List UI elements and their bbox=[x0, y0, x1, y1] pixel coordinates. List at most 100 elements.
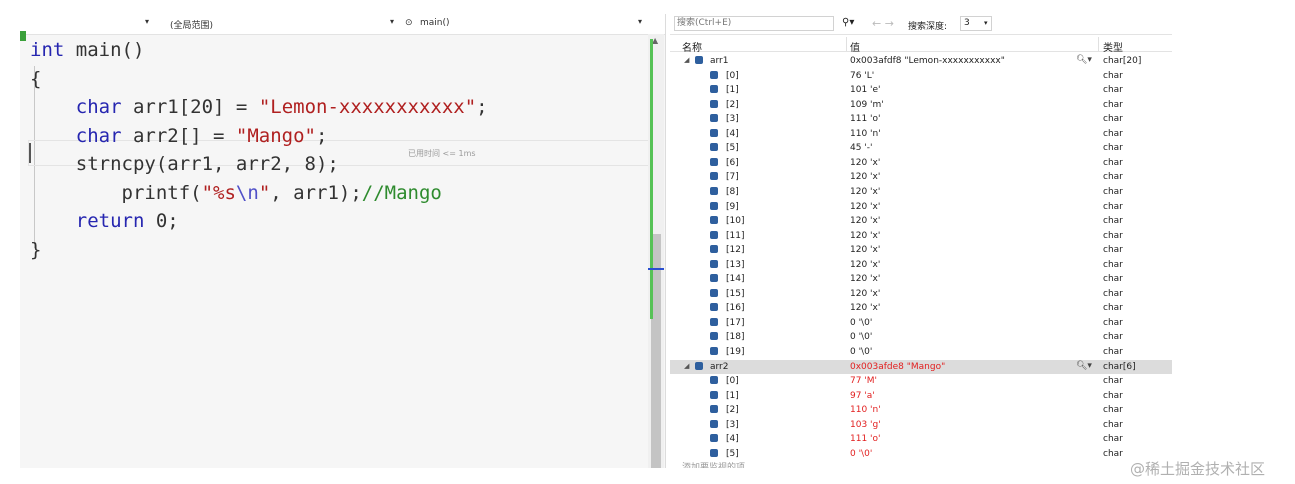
column-name[interactable]: 名称 bbox=[682, 39, 702, 54]
watch-row-element[interactable]: [4] 110 'n' char bbox=[670, 127, 1172, 142]
watch-row-element[interactable]: [19] 0 '\0' char bbox=[670, 345, 1172, 360]
watch-value[interactable]: 111 'o' bbox=[850, 434, 881, 444]
watch-row-element[interactable]: [7] 120 'x' char bbox=[670, 170, 1172, 185]
function-dropdown[interactable]: main() bbox=[420, 18, 450, 28]
column-divider[interactable] bbox=[846, 37, 847, 51]
chevron-down-icon[interactable]: ▾ bbox=[390, 17, 394, 26]
watch-row-element[interactable]: [1] 97 'a' char bbox=[670, 389, 1172, 404]
collapse-arrow-icon[interactable]: ◢ bbox=[684, 56, 689, 64]
watch-row-element[interactable]: [13] 120 'x' char bbox=[670, 258, 1172, 273]
variable-icon bbox=[710, 143, 718, 152]
watch-value[interactable]: 45 '-' bbox=[850, 143, 873, 153]
watch-row-element[interactable]: [0] 77 'M' char bbox=[670, 374, 1172, 389]
watch-value[interactable]: 97 'a' bbox=[850, 391, 875, 401]
scope-dropdown[interactable]: (全局范围) bbox=[170, 18, 213, 31]
add-watch-item[interactable]: 添加要监视的项 bbox=[682, 460, 745, 468]
watch-row-element[interactable]: [17] 0 '\0' char bbox=[670, 316, 1172, 331]
code-token: , arr1); bbox=[270, 181, 362, 204]
collapse-indicator[interactable] bbox=[20, 31, 26, 41]
watch-type: char[6] bbox=[1103, 361, 1136, 372]
watch-value[interactable]: 0x003afde8 "Mango" bbox=[850, 362, 945, 372]
watch-value[interactable]: 110 'n' bbox=[850, 129, 881, 139]
watch-row-element[interactable]: [15] 120 'x' char bbox=[670, 287, 1172, 302]
chevron-down-icon[interactable]: ▾ bbox=[984, 19, 988, 27]
watch-row-element[interactable]: [3] 103 'g' char bbox=[670, 418, 1172, 433]
watch-value[interactable]: 120 'x' bbox=[850, 245, 880, 255]
variable-icon bbox=[710, 157, 718, 166]
code-line[interactable]: char arr2[] = "Mango"; bbox=[30, 122, 328, 151]
watch-row-element[interactable]: [9] 120 'x' char bbox=[670, 200, 1172, 215]
watch-name: [8] bbox=[726, 186, 739, 197]
collapse-arrow-icon[interactable]: ◢ bbox=[684, 362, 689, 370]
code-line[interactable]: return 0; bbox=[30, 207, 179, 236]
function-icon: ⊙ bbox=[405, 18, 413, 28]
watch-row-variable[interactable]: ◢ arr1 0x003afdf8 "Lemon-xxxxxxxxxxx" 🔍︎▾ ch… bbox=[670, 54, 1172, 69]
watch-value[interactable]: 0 '\0' bbox=[850, 347, 872, 357]
watch-row-element[interactable]: [16] 120 'x' char bbox=[670, 301, 1172, 316]
watch-value[interactable]: 0x003afdf8 "Lemon-xxxxxxxxxxx" bbox=[850, 56, 1005, 66]
chevron-down-icon[interactable]: ▾ bbox=[638, 17, 642, 26]
watch-name: [2] bbox=[726, 99, 739, 110]
watch-value[interactable]: 120 'x' bbox=[850, 187, 880, 197]
watch-row-element[interactable]: [4] 111 'o' char bbox=[670, 432, 1172, 447]
variable-icon bbox=[710, 332, 718, 341]
watch-value[interactable]: 76 'L' bbox=[850, 71, 874, 81]
watch-value[interactable]: 120 'x' bbox=[850, 303, 880, 313]
watch-value[interactable]: 109 'm' bbox=[850, 100, 884, 110]
code-editor[interactable]: ▾ (全局范围) ▾ ⊙ main() ▾ int main(){ char a… bbox=[20, 14, 666, 468]
watch-value[interactable]: 120 'x' bbox=[850, 216, 880, 226]
visualizer-icon[interactable]: 🔍︎▾ bbox=[1076, 55, 1092, 65]
chevron-down-icon[interactable]: ▾ bbox=[145, 17, 149, 26]
watch-row-element[interactable]: [12] 120 'x' char bbox=[670, 243, 1172, 258]
watch-value[interactable]: 120 'x' bbox=[850, 289, 880, 299]
code-line[interactable]: } bbox=[30, 236, 41, 265]
perf-tip[interactable]: 已用时间 <= 1ms bbox=[408, 148, 476, 159]
variable-icon bbox=[710, 216, 718, 225]
code-token: } bbox=[30, 238, 42, 261]
watch-row-element[interactable]: [1] 101 'e' char bbox=[670, 83, 1172, 98]
column-value[interactable]: 值 bbox=[850, 39, 860, 54]
watch-row-element[interactable]: [2] 110 'n' char bbox=[670, 403, 1172, 418]
watch-row-element[interactable]: [8] 120 'x' char bbox=[670, 185, 1172, 200]
watch-row-element[interactable]: [18] 0 '\0' char bbox=[670, 330, 1172, 345]
watch-value[interactable]: 110 'n' bbox=[850, 405, 881, 415]
column-type[interactable]: 类型 bbox=[1103, 39, 1123, 54]
watch-type: char bbox=[1103, 317, 1123, 328]
watch-value[interactable]: 120 'x' bbox=[850, 260, 880, 270]
watch-row-variable[interactable]: ◢ arr2 0x003afde8 "Mango" 🔍︎▾ char[6] bbox=[670, 359, 1172, 375]
watch-row-element[interactable]: [11] 120 'x' char bbox=[670, 229, 1172, 244]
watch-type: char bbox=[1103, 347, 1123, 357]
watch-name: [12] bbox=[726, 245, 745, 256]
code-line[interactable]: int main() bbox=[30, 36, 144, 65]
watch-value[interactable]: 0 '\0' bbox=[850, 318, 872, 328]
search-options-icon[interactable]: ⚲▾ bbox=[842, 17, 854, 28]
watch-row-element[interactable]: [2] 109 'm' char bbox=[670, 98, 1172, 113]
watch-value[interactable]: 120 'x' bbox=[850, 158, 880, 168]
watch-row-element[interactable]: [6] 120 'x' char bbox=[670, 156, 1172, 171]
nav-arrows-icon[interactable]: ← → bbox=[872, 17, 894, 30]
code-line[interactable]: strncpy(arr1, arr2, 8); bbox=[30, 150, 339, 179]
column-divider[interactable] bbox=[1098, 37, 1099, 51]
watch-window[interactable]: 搜索(Ctrl+E) ⚲▾ ← → 搜索深度: 3 ▾ 名称 值 类型 ◢ arr… bbox=[670, 14, 1172, 468]
watch-value[interactable]: 0 '\0' bbox=[850, 332, 872, 342]
code-line[interactable]: char arr1[20] = "Lemon-xxxxxxxxxxx"; bbox=[30, 93, 488, 122]
watch-value[interactable]: 0 '\0' bbox=[850, 449, 872, 459]
watch-row-element[interactable]: [0] 76 'L' char bbox=[670, 69, 1172, 84]
watch-value[interactable]: 120 'x' bbox=[850, 231, 880, 241]
watch-row-element[interactable]: [14] 120 'x' char bbox=[670, 272, 1172, 287]
watch-value[interactable]: 103 'g' bbox=[850, 420, 881, 430]
code-line[interactable]: printf("%s\n", arr1);//Mango bbox=[30, 179, 442, 208]
watch-row-element[interactable]: [5] 45 '-' char bbox=[670, 141, 1172, 156]
watch-value[interactable]: 120 'x' bbox=[850, 274, 880, 284]
watch-value[interactable]: 77 'M' bbox=[850, 376, 877, 386]
watch-value[interactable]: 111 'o' bbox=[850, 114, 881, 124]
watch-row-element[interactable]: [3] 111 'o' char bbox=[670, 112, 1172, 127]
watch-search-input[interactable]: 搜索(Ctrl+E) bbox=[674, 16, 834, 31]
watch-row-element[interactable]: [5] 0 '\0' char bbox=[670, 447, 1172, 462]
visualizer-icon[interactable]: 🔍︎▾ bbox=[1076, 361, 1092, 371]
code-line[interactable]: { bbox=[30, 65, 41, 94]
watch-row-element[interactable]: [10] 120 'x' char bbox=[670, 214, 1172, 229]
watch-value[interactable]: 120 'x' bbox=[850, 172, 880, 182]
watch-value[interactable]: 101 'e' bbox=[850, 85, 881, 95]
watch-value[interactable]: 120 'x' bbox=[850, 202, 880, 212]
